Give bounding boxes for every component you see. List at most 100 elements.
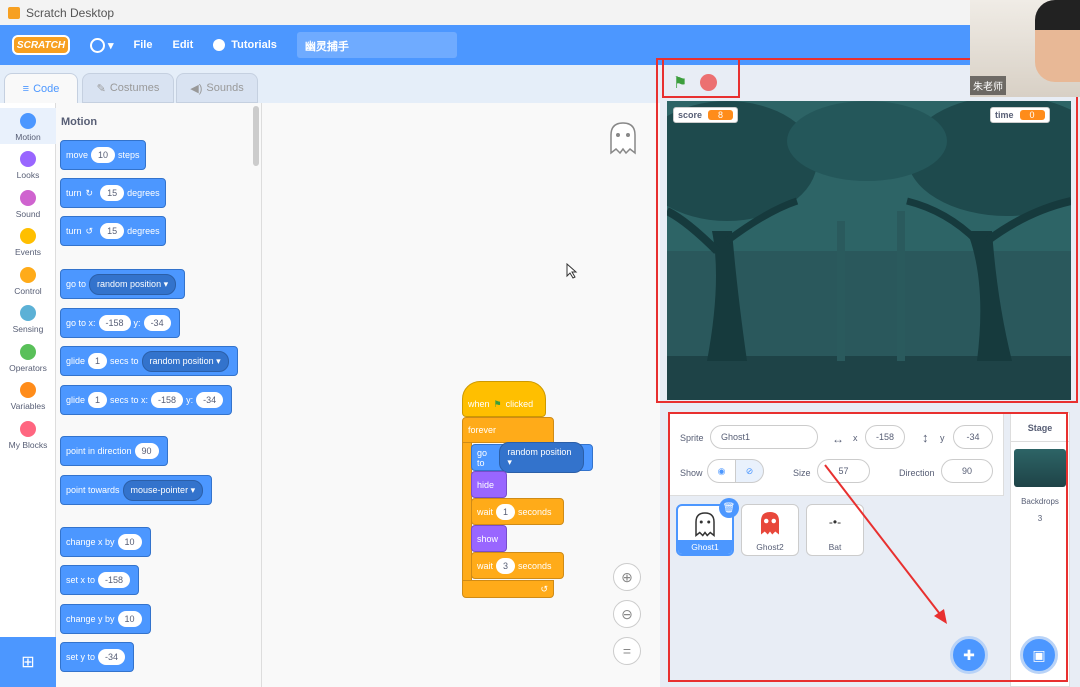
forever-block[interactable]: forever [462, 417, 554, 443]
block-text: seconds [518, 560, 552, 571]
speaker-icon: ◀) [190, 82, 203, 95]
block-input[interactable]: -158 [151, 392, 184, 408]
glide-block[interactable]: glide 1 secs to random position ▾ [60, 346, 238, 376]
category-label: Variables [10, 401, 46, 411]
loop-arrow-icon: ↺ [540, 583, 548, 594]
category-sensing[interactable]: Sensing [0, 300, 56, 336]
category-label: Events [15, 247, 41, 257]
mouse-cursor-icon [566, 263, 578, 279]
block-text: set y to [66, 652, 96, 662]
block-text: degrees [127, 226, 160, 236]
block-input[interactable]: 15 [100, 185, 125, 201]
block-text: y: [133, 318, 141, 328]
block-input[interactable]: 10 [117, 611, 142, 627]
palette-scrollbar[interactable] [253, 106, 259, 166]
hide-block[interactable]: hide [471, 471, 507, 498]
tab-sounds[interactable]: ◀) Sounds [176, 73, 258, 103]
position-dropdown[interactable]: random position ▾ [499, 442, 584, 473]
brush-icon: ✎ [96, 82, 106, 95]
block-input[interactable]: 1 [496, 503, 516, 520]
category-events[interactable]: Events [0, 223, 56, 259]
category-operators[interactable]: Operators [0, 339, 56, 375]
script-goto-block[interactable]: go to random position ▾ [471, 442, 593, 473]
point-direction-block[interactable]: point in direction 90 [60, 436, 168, 466]
zoom-reset-button[interactable]: = [613, 637, 641, 665]
position-dropdown[interactable]: random position ▾ [141, 350, 229, 372]
point-towards-block[interactable]: point towards mouse-pointer ▾ [60, 475, 213, 505]
rotate-right-icon: ↻ [85, 187, 94, 198]
zoom-out-icon: ⊖ [621, 605, 633, 622]
zoom-reset-icon: = [622, 643, 632, 659]
zoom-in-icon: ⊕ [621, 568, 633, 585]
block-text: when [468, 399, 490, 409]
category-label: Operators [9, 363, 47, 373]
block-input[interactable]: 1 [88, 353, 108, 369]
scratch-logo[interactable]: SCRATCH [12, 35, 70, 55]
tab-costumes[interactable]: ✎ Costumes [82, 73, 174, 103]
green-flag-icon: ⚑ [493, 398, 502, 409]
zoom-out-button[interactable]: ⊖ [613, 600, 641, 628]
tab-code[interactable]: ≡ Code [4, 73, 78, 103]
turn-right-block[interactable]: turn ↻ 15 degrees [60, 178, 166, 208]
tutorials-button[interactable]: Tutorials [213, 39, 277, 51]
window-title: Scratch Desktop [26, 5, 115, 20]
block-text: point towards [66, 485, 120, 495]
globe-icon [90, 37, 105, 53]
tutorials-label: Tutorials [231, 39, 277, 51]
block-input[interactable]: 90 [134, 443, 159, 459]
block-input[interactable]: -34 [98, 649, 126, 665]
goto-xy-block[interactable]: go to x: -158 y: -34 [60, 308, 180, 338]
set-y-block[interactable]: set y to -34 [60, 642, 135, 672]
target-dropdown[interactable]: mouse-pointer ▾ [122, 479, 204, 501]
block-input[interactable]: -158 [98, 315, 131, 331]
category-sound[interactable]: Sound [0, 185, 56, 221]
block-text: seconds [518, 506, 552, 517]
block-text: steps [118, 150, 140, 160]
category-motion[interactable]: Motion [0, 108, 56, 144]
goto-block[interactable]: go to random position ▾ [60, 269, 186, 299]
rotate-left-icon: ↺ [85, 225, 94, 236]
turn-left-block[interactable]: turn ↺ 15 degrees [60, 216, 166, 246]
when-flag-clicked-block[interactable]: when ⚑ clicked [462, 381, 546, 417]
block-text: y: [186, 395, 194, 405]
tab-code-label: Code [33, 82, 60, 95]
project-title-input[interactable]: 幽灵捕手 [296, 32, 457, 58]
block-input[interactable]: 1 [88, 392, 108, 408]
code-workspace[interactable] [262, 103, 660, 687]
block-text: set x to [66, 575, 96, 585]
lightbulb-icon [213, 39, 226, 51]
block-text: degrees [127, 188, 160, 198]
block-input[interactable]: 3 [496, 557, 516, 574]
position-dropdown[interactable]: random position ▾ [89, 273, 177, 295]
change-x-block[interactable]: change x by 10 [60, 527, 151, 557]
category-variables[interactable]: Variables [0, 377, 56, 413]
block-input[interactable]: -158 [98, 572, 131, 588]
block-input[interactable]: 10 [117, 534, 142, 550]
file-menu[interactable]: File [134, 39, 153, 51]
glide-xy-block[interactable]: glide 1 secs to x: -158 y: -34 [60, 385, 233, 415]
chevron-down-icon: ▾ [108, 39, 114, 52]
block-input[interactable]: -34 [143, 315, 171, 331]
set-x-block[interactable]: set x to -158 [60, 565, 140, 595]
language-menu[interactable]: ▾ [90, 37, 114, 53]
block-input[interactable]: 10 [91, 147, 116, 163]
wait-block-1[interactable]: wait 1 seconds [471, 498, 564, 525]
category-control[interactable]: Control [0, 262, 56, 298]
tab-sounds-label: Sounds [206, 82, 244, 94]
change-y-block[interactable]: change y by 10 [60, 604, 151, 634]
zoom-in-button[interactable]: ⊕ [613, 563, 641, 591]
category-label: My Blocks [8, 440, 48, 450]
annotation-arrow [824, 464, 947, 624]
webcam-name-label: 朱老师 [970, 76, 1006, 95]
move-block[interactable]: move 10 steps [60, 140, 146, 170]
webcam-hair [1035, 0, 1080, 30]
block-input[interactable]: 15 [100, 223, 125, 239]
block-text: go to [66, 279, 87, 289]
category-looks[interactable]: Looks [0, 146, 56, 182]
category-my-blocks[interactable]: My Blocks [0, 416, 56, 452]
edit-menu[interactable]: Edit [172, 39, 193, 51]
block-input[interactable]: -34 [196, 392, 224, 408]
add-extension-button[interactable]: ⊞ [0, 637, 56, 687]
wait-block-2[interactable]: wait 3 seconds [471, 552, 564, 579]
show-block[interactable]: show [471, 525, 507, 552]
